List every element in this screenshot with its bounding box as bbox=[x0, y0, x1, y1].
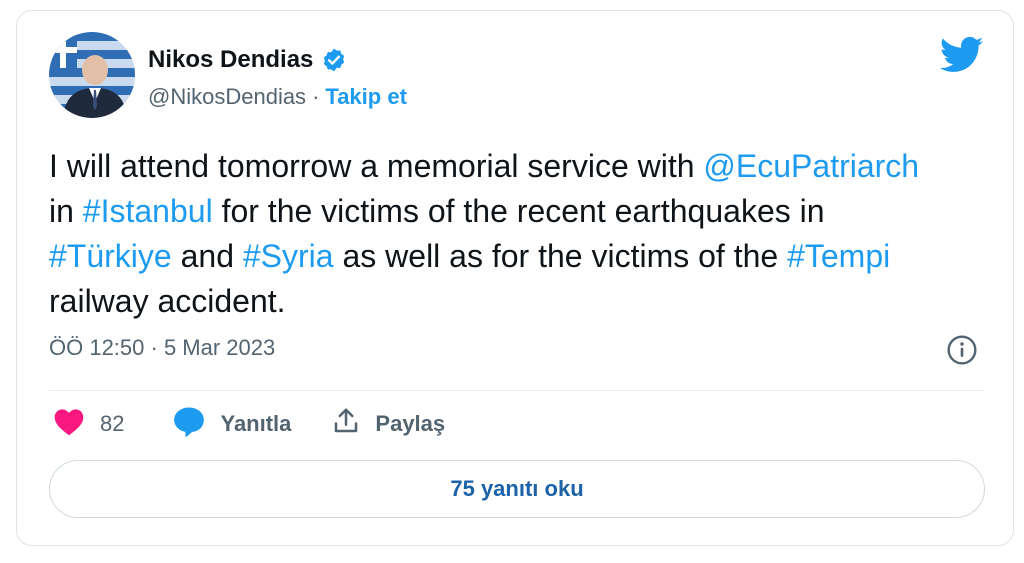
verified-badge-icon bbox=[321, 47, 347, 73]
tweet-text-segment: as well as for the victims of the bbox=[333, 238, 788, 274]
author-name-row: Nikos Dendias bbox=[148, 46, 347, 74]
follow-button[interactable]: Takip et bbox=[325, 84, 407, 110]
share-button[interactable]: Paylaş bbox=[331, 406, 445, 442]
like-button[interactable]: 82 bbox=[52, 406, 124, 442]
like-count: 82 bbox=[100, 411, 125, 436]
tweet-text-segment: for the victims of the recent earthquake… bbox=[212, 193, 825, 229]
author-handle-row: @NikosDendias · Takip et bbox=[148, 84, 407, 110]
hashtag-link[interactable]: #Istanbul bbox=[83, 193, 213, 229]
tweet-text-segment: and bbox=[171, 238, 243, 274]
author-handle[interactable]: @NikosDendias bbox=[148, 84, 306, 110]
tweet-text-segment: I will attend tomorrow a memorial servic… bbox=[49, 148, 704, 184]
share-label: Paylaş bbox=[375, 411, 446, 436]
hashtag-link[interactable]: #Türkiye bbox=[49, 238, 172, 274]
tweet-text: I will attend tomorrow a memorial servic… bbox=[49, 144, 949, 324]
tweet-text-segment: railway accident. bbox=[49, 283, 286, 319]
reply-label: Yanıtla bbox=[220, 411, 292, 436]
avatar[interactable] bbox=[49, 32, 135, 118]
tweet-timestamp[interactable]: ÖÖ 12:50 · 5 Mar 2023 bbox=[49, 335, 275, 361]
share-icon bbox=[331, 406, 361, 442]
hashtag-link[interactable]: #Tempi bbox=[787, 238, 890, 274]
read-replies-button[interactable]: 75 yanıtı oku bbox=[49, 460, 985, 518]
mention-link[interactable]: @EcuPatriarch bbox=[703, 148, 919, 184]
divider bbox=[49, 390, 985, 391]
hashtag-link[interactable]: #Syria bbox=[243, 238, 334, 274]
info-icon[interactable] bbox=[946, 334, 978, 366]
separator-dot: · bbox=[312, 84, 320, 109]
twitter-bird-icon[interactable] bbox=[939, 36, 984, 74]
author-name[interactable]: Nikos Dendias bbox=[148, 46, 313, 74]
tweet-actions: 82 Yanıtla Paylaş bbox=[52, 406, 445, 442]
heart-icon bbox=[52, 406, 86, 442]
tweet-text-segment: in bbox=[49, 193, 83, 229]
speech-bubble-icon bbox=[172, 405, 206, 443]
reply-button[interactable]: Yanıtla bbox=[172, 405, 291, 443]
